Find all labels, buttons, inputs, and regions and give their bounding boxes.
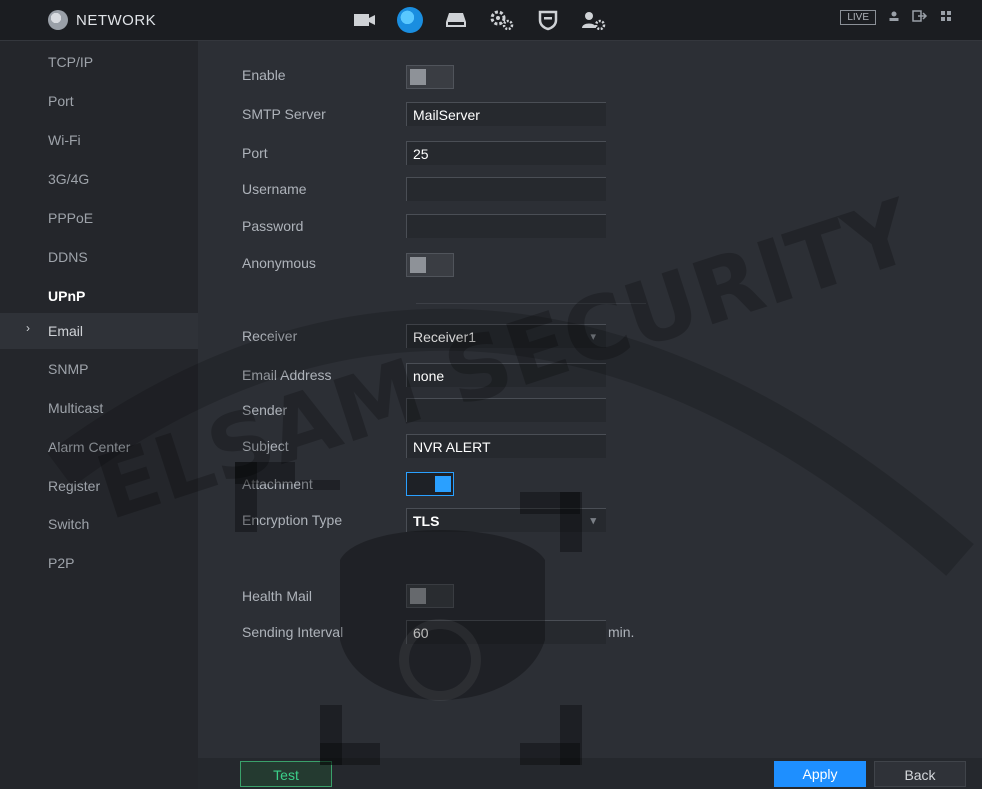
sidebar-item-ddns[interactable]: DDNS — [48, 244, 88, 270]
sidebar-item-port[interactable]: Port — [48, 88, 74, 114]
attachment-label: Attachment — [242, 476, 313, 492]
grid-layout-icon[interactable] — [940, 10, 952, 25]
anonymous-toggle[interactable] — [406, 253, 454, 277]
back-button[interactable]: Back — [874, 761, 966, 787]
sending-interval-input[interactable]: 60 — [406, 620, 606, 644]
sidebar-item-register[interactable]: Register — [48, 473, 100, 499]
sidebar-item-alarm-center[interactable]: Alarm Center — [48, 434, 130, 460]
health-mail-label: Health Mail — [242, 588, 313, 604]
username-label: Username — [242, 181, 307, 197]
sender-input[interactable] — [406, 398, 606, 422]
shield-icon[interactable] — [534, 6, 562, 34]
attachment-toggle[interactable] — [406, 472, 454, 496]
encryption-type-label: Encryption Type — [242, 512, 343, 528]
top-right-tools: LIVE — [840, 10, 952, 25]
account-gear-icon[interactable] — [580, 6, 608, 34]
sender-label: Sender — [242, 402, 288, 418]
test-button[interactable]: Test — [240, 761, 332, 787]
password-input[interactable] — [406, 214, 606, 238]
smtp-server-input[interactable]: MailServer — [406, 102, 606, 126]
section-divider — [416, 303, 646, 304]
username-input[interactable] — [406, 177, 606, 201]
subject-label: Subject — [242, 438, 289, 454]
sidebar-item-pppoe[interactable]: PPPoE — [48, 205, 93, 231]
receiver-label: Receiver — [242, 328, 298, 344]
storage-icon[interactable] — [442, 6, 470, 34]
sending-interval-label: Sending Interval — [242, 624, 344, 640]
sidebar-item-p2p[interactable]: P2P — [48, 550, 74, 576]
top-bar: NETWORK LIVE — [0, 0, 982, 41]
chevron-right-icon: › — [26, 321, 30, 335]
subject-input[interactable]: NVR ALERT — [406, 434, 606, 458]
sidebar: › TCP/IP Port Wi-Fi 3G/4G PPPoE DDNS UPn… — [0, 41, 198, 789]
network-globe-icon — [48, 10, 68, 30]
sidebar-item-snmp[interactable]: SNMP — [48, 356, 88, 382]
main-nav — [350, 6, 608, 34]
sidebar-item-wifi[interactable]: Wi-Fi — [48, 127, 81, 153]
enable-toggle[interactable] — [406, 65, 454, 89]
encryption-type-select[interactable]: TLS — [406, 508, 606, 533]
anonymous-label: Anonymous — [242, 255, 316, 271]
sidebar-item-3g4g[interactable]: 3G/4G — [48, 166, 89, 192]
port-input[interactable]: 25 — [406, 141, 606, 165]
enable-label: Enable — [242, 67, 286, 83]
sidebar-item-tcpip[interactable]: TCP/IP — [48, 49, 93, 75]
live-button[interactable]: LIVE — [840, 10, 876, 25]
camera-icon[interactable] — [350, 6, 378, 34]
password-label: Password — [242, 218, 304, 234]
settings-gears-icon[interactable] — [488, 6, 516, 34]
bottom-bar: Test Apply Back — [198, 758, 982, 789]
health-mail-toggle[interactable] — [406, 584, 454, 608]
apply-button[interactable]: Apply — [774, 761, 866, 787]
user-icon[interactable] — [888, 10, 900, 25]
receiver-select[interactable]: Receiver1 — [406, 324, 606, 349]
sidebar-item-multicast[interactable]: Multicast — [48, 395, 103, 421]
sending-interval-unit: min. — [608, 624, 635, 640]
network-title: NETWORK — [48, 8, 156, 32]
email-settings-panel: Enable SMTP Server MailServer Port 25 Us… — [198, 41, 982, 789]
page-title: NETWORK — [76, 11, 157, 29]
sidebar-item-email[interactable]: Email — [48, 318, 83, 344]
email-address-input[interactable]: none — [406, 363, 606, 387]
port-label: Port — [242, 145, 268, 161]
sidebar-item-switch[interactable]: Switch — [48, 511, 89, 537]
network-globe-icon[interactable] — [396, 6, 424, 34]
email-address-label: Email Address — [242, 367, 332, 383]
sidebar-item-upnp[interactable]: UPnP — [48, 283, 85, 309]
logout-icon[interactable] — [912, 10, 928, 25]
smtp-server-label: SMTP Server — [242, 106, 326, 122]
